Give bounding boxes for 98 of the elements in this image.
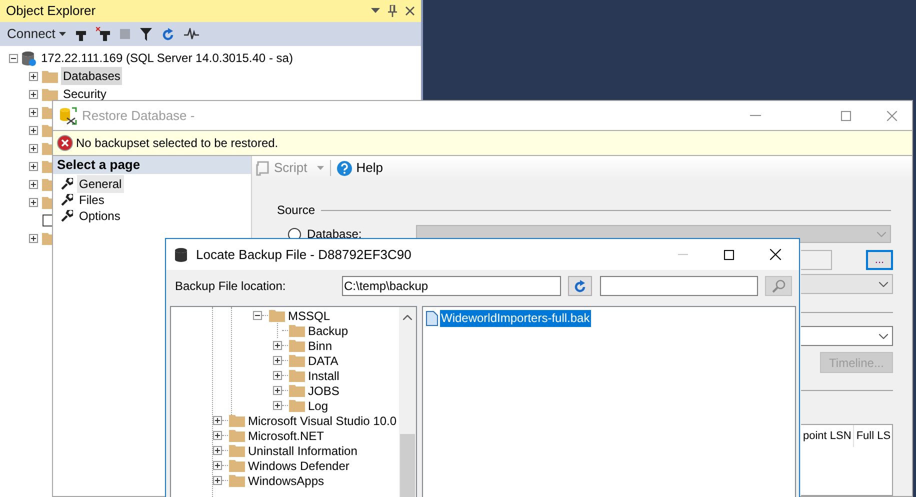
folder-icon (289, 399, 305, 412)
dialog-title: Restore Database - (82, 106, 195, 125)
folder-icon (269, 309, 285, 322)
expand-icon[interactable] (213, 461, 222, 470)
expand-icon[interactable] (273, 356, 282, 365)
expand-icon[interactable] (213, 431, 222, 440)
field-label: Backup File location: (175, 278, 287, 295)
search-field[interactable] (600, 276, 758, 296)
dialog-title: Locate Backup File - D88792EF3C90 (196, 246, 412, 264)
expand-icon[interactable] (29, 72, 38, 80)
expand-icon[interactable] (213, 446, 222, 455)
help-icon (337, 160, 352, 176)
database-icon (175, 248, 187, 262)
wrench-icon (61, 194, 73, 206)
close-icon[interactable] (770, 249, 781, 260)
expand-icon[interactable] (29, 234, 38, 242)
maximize-icon[interactable] (724, 250, 734, 260)
tree-item[interactable]: DATA (308, 354, 338, 368)
device-field[interactable] (801, 250, 832, 270)
folder-icon (42, 88, 58, 100)
folder-icon (289, 384, 305, 397)
restore-to-dropdown[interactable] (801, 326, 893, 346)
tree-item[interactable]: Uninstall Information (248, 444, 358, 458)
expand-icon[interactable] (213, 476, 222, 485)
tree-item[interactable]: Log (308, 398, 328, 412)
caret-icon (59, 32, 66, 36)
tree-item[interactable]: MSSQL (288, 308, 330, 322)
folder-icon (42, 70, 58, 82)
file-item[interactable]: WideworldImporters-full.bak (440, 310, 591, 327)
expand-icon[interactable] (29, 126, 38, 134)
folder-icon (229, 459, 245, 472)
scrollbar-thumb[interactable] (400, 434, 415, 497)
expand-icon[interactable] (273, 401, 282, 410)
pane-header: Select a page (53, 156, 251, 174)
dropdown-icon[interactable] (371, 8, 380, 14)
folder-icon (289, 324, 305, 337)
page-item[interactable]: Options (77, 207, 122, 225)
expand-icon[interactable] (29, 198, 38, 206)
pin-icon[interactable] (388, 5, 397, 17)
wrench-icon (61, 210, 73, 222)
section-label: Source (277, 202, 316, 219)
tree-item[interactable]: Microsoft.NET (248, 428, 324, 442)
tree-item[interactable]: Microsoft Visual Studio 10.0 (248, 414, 397, 428)
refresh-icon[interactable] (162, 28, 174, 40)
tree-item[interactable]: JOBS (308, 384, 340, 398)
folder-icon (229, 444, 245, 457)
wrench-icon (61, 178, 73, 190)
search-icon (772, 279, 786, 293)
message-text: No backupset selected to be restored. (76, 135, 278, 152)
error-icon (57, 135, 73, 151)
disconnect-plug-icon[interactable] (96, 27, 110, 41)
expand-icon[interactable] (29, 162, 38, 170)
tree-item[interactable]: Databases (61, 67, 122, 85)
expand-icon[interactable] (29, 180, 38, 188)
collapse-icon[interactable] (253, 311, 262, 320)
close-icon[interactable] (405, 6, 415, 16)
tree-item[interactable]: Windows Defender (248, 458, 350, 472)
minimize-icon[interactable] (750, 114, 761, 116)
chevron-down-icon (877, 232, 886, 236)
help-button[interactable]: Help (337, 158, 383, 178)
expand-icon[interactable] (29, 144, 38, 152)
scroll-up-icon[interactable] (403, 315, 412, 320)
refresh-icon (574, 280, 586, 292)
location-field[interactable]: C:\temp\backup (342, 276, 561, 296)
folder-icon (289, 369, 305, 382)
tree-item[interactable]: Install (308, 368, 340, 382)
file-icon (426, 311, 438, 326)
tree-item[interactable]: Backup (308, 324, 348, 338)
expand-icon[interactable] (213, 416, 222, 425)
expand-icon[interactable] (273, 386, 282, 395)
folder-icon (289, 339, 305, 352)
server-icon (22, 50, 36, 66)
activity-icon[interactable] (184, 28, 200, 40)
expand-icon[interactable] (29, 90, 38, 98)
collapse-icon[interactable] (9, 54, 18, 62)
column-header[interactable]: point LSN (801, 425, 854, 447)
expand-icon[interactable] (273, 371, 282, 380)
expand-icon[interactable] (273, 341, 282, 350)
refresh-button[interactable] (568, 276, 592, 296)
filter-icon[interactable] (140, 28, 152, 40)
folder-icon (229, 474, 245, 487)
script-icon (256, 160, 270, 176)
panel-title: Object Explorer (6, 2, 96, 20)
scrollbar[interactable] (399, 307, 416, 497)
folder-icon (229, 414, 245, 427)
page-item[interactable]: General (77, 175, 124, 193)
column-header[interactable]: Full LS (853, 425, 893, 447)
database-restore-icon (59, 106, 78, 124)
expand-icon[interactable] (29, 108, 38, 116)
tree-item[interactable]: WindowsApps (248, 474, 324, 488)
page-item[interactable]: Files (77, 191, 106, 209)
connect-button[interactable]: Connect (7, 24, 66, 44)
folder-icon (229, 429, 245, 442)
folder-icon (289, 354, 305, 367)
tree-item[interactable]: Binn (308, 338, 332, 352)
chevron-down-icon (879, 282, 888, 286)
chevron-down-icon (879, 334, 888, 338)
browse-button[interactable]: ... (866, 250, 893, 270)
